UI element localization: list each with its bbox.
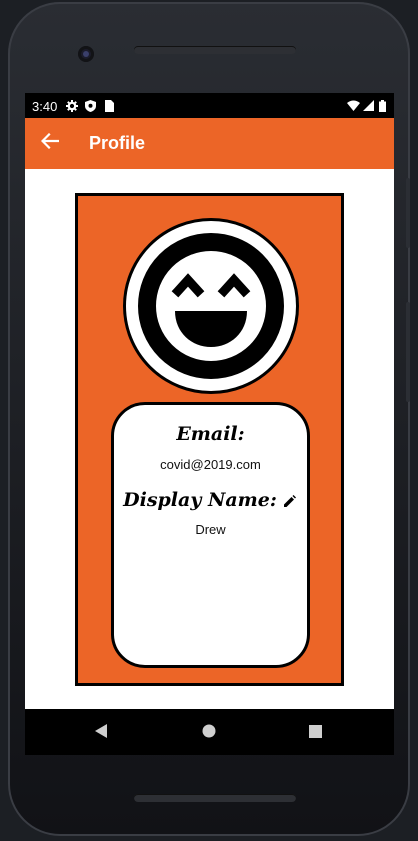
recents-square-icon — [308, 723, 322, 742]
profile-content: Email: covid@2019.com Display Name: Drew — [25, 169, 394, 709]
home-circle-icon — [202, 723, 216, 742]
nav-back-button[interactable] — [91, 722, 111, 742]
status-time: 3:40 — [32, 99, 58, 114]
navigation-bar — [25, 709, 394, 755]
pencil-icon — [283, 493, 297, 512]
back-triangle-icon — [95, 723, 107, 742]
profile-card: Email: covid@2019.com Display Name: Drew — [75, 193, 344, 686]
page-title: Profile — [89, 133, 146, 153]
volume-button — [406, 302, 410, 402]
sim-card-icon — [105, 100, 114, 116]
front-camera — [78, 46, 94, 62]
display-name-row: Display Name: — [114, 489, 307, 511]
edit-display-name-button[interactable] — [282, 494, 298, 510]
app-bar: Profile — [25, 118, 394, 169]
profile-info-panel: Email: covid@2019.com Display Name: Drew — [111, 402, 310, 668]
status-bar: 3:40 — [25, 93, 394, 118]
top-speaker — [134, 46, 296, 54]
cell-signal-icon — [363, 100, 374, 115]
arrow-back-icon — [40, 132, 60, 153]
profile-avatar — [123, 218, 299, 394]
display-name-label: Display Name: — [123, 489, 277, 511]
power-button — [406, 178, 410, 248]
email-label: Email: — [176, 423, 245, 445]
bottom-speaker — [134, 794, 296, 802]
shield-icon — [85, 100, 96, 116]
gear-icon — [66, 100, 78, 116]
battery-icon — [379, 100, 386, 116]
back-button[interactable] — [35, 128, 65, 158]
wifi-icon — [347, 100, 360, 115]
display-name-value: Drew — [195, 522, 226, 537]
email-value: covid@2019.com — [160, 457, 261, 472]
screen: 3:40 Profile Email: covid@2019.com Displ… — [25, 93, 394, 709]
nav-home-button[interactable] — [199, 722, 219, 742]
nav-recents-button[interactable] — [305, 722, 325, 742]
